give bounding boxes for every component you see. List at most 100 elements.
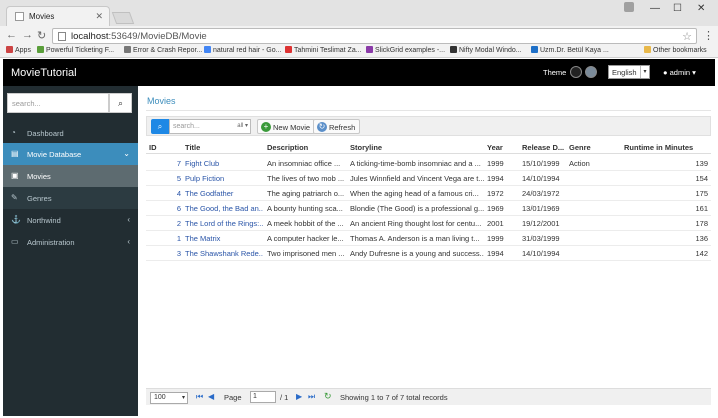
cell-runtime: 175 xyxy=(695,189,708,198)
table-row[interactable]: 2 The Lord of the Rings:... A meek hobbit … xyxy=(146,216,711,231)
column-header-runtime[interactable]: Runtime in Minutes xyxy=(624,143,693,152)
cell-release-date: 15/10/1999 xyxy=(522,159,560,168)
column-header-release-date[interactable]: Release D... xyxy=(522,143,564,152)
cell-id[interactable]: 2 xyxy=(149,219,181,228)
theme-label: Theme xyxy=(543,68,567,77)
column-header-id[interactable]: ID xyxy=(149,143,157,152)
sidebar-item-movie-database[interactable]: ▤ Movie Database ⌄ xyxy=(3,143,138,165)
bookmark-item[interactable]: SlickGrid examples -... xyxy=(366,46,445,54)
cell-id[interactable]: 7 xyxy=(149,159,181,168)
first-page-icon[interactable]: ⏮ xyxy=(196,392,203,402)
forward-icon[interactable]: → xyxy=(22,29,33,41)
page-size-select[interactable]: 100 ▾ xyxy=(150,392,188,404)
bookmark-item[interactable]: Tahmini Teslimat Za... xyxy=(285,46,362,54)
other-bookmarks[interactable]: Other bookmarks xyxy=(644,46,707,54)
cell-title[interactable]: The Good, the Bad an... xyxy=(185,204,263,213)
column-header-description[interactable]: Description xyxy=(267,143,308,152)
page-info-icon[interactable] xyxy=(58,32,66,41)
reload-icon[interactable]: ↻ xyxy=(37,29,46,42)
bookmarks-bar: Apps Powerful Ticketing F... Error & Cra… xyxy=(0,46,718,58)
back-icon[interactable]: ← xyxy=(6,29,17,41)
cell-storyline: Blondie (The Good) is a professional g..… xyxy=(350,204,484,213)
previous-page-icon[interactable]: ◀ xyxy=(208,392,214,401)
cell-id[interactable]: 5 xyxy=(149,174,181,183)
bookmark-item[interactable]: Error & Crash Repor... xyxy=(124,46,202,54)
search-icon[interactable]: ⌕ xyxy=(151,119,169,134)
cell-description: The aging patriarch o... xyxy=(267,189,345,198)
cell-id[interactable]: 3 xyxy=(149,249,181,258)
book-icon: ▤ xyxy=(11,149,19,158)
bookmark-icon xyxy=(285,46,292,53)
sidebar-item-dashboard[interactable]: ◔ Dashboard xyxy=(3,122,138,144)
cell-id[interactable]: 4 xyxy=(149,189,181,198)
refresh-button[interactable]: ↻ Refresh xyxy=(313,119,361,134)
cell-genre: Action xyxy=(569,159,590,168)
search-icon[interactable]: ⌕ xyxy=(109,93,132,113)
sidebar-search-input[interactable]: search... xyxy=(7,93,109,113)
sidebar-item-northwind[interactable]: ⚓ Northwind ‹ xyxy=(3,209,138,231)
cell-title[interactable]: The Godfather xyxy=(185,189,263,198)
cell-storyline: Thomas A. Anderson is a man living t... xyxy=(350,234,480,243)
theme-dark-swatch[interactable] xyxy=(570,66,582,78)
close-window-icon[interactable]: ✕ xyxy=(697,3,705,14)
table-row[interactable]: 6 The Good, the Bad an... A bounty hunting… xyxy=(146,201,711,216)
cell-title[interactable]: The Lord of the Rings:... xyxy=(185,219,263,228)
cell-release-date: 24/03/1972 xyxy=(522,189,560,198)
last-page-icon[interactable]: ⏭ xyxy=(308,392,315,402)
table-row[interactable]: 1 The Matrix A computer hacker le... Thomas… xyxy=(146,231,711,246)
cell-title[interactable]: The Matrix xyxy=(185,234,263,243)
reload-icon[interactable]: ↻ xyxy=(324,391,332,402)
tab-title: Movies xyxy=(29,12,55,21)
maximize-icon[interactable]: ☐ xyxy=(673,3,682,14)
sidebar-item-genres[interactable]: ✎ Genres xyxy=(3,187,138,209)
table-row[interactable]: 4 The Godfather The aging patriarch o... Wh… xyxy=(146,186,711,201)
app-header: MovieTutorial Theme English ▾ ● admin ▾ xyxy=(3,59,715,86)
bookmark-icon xyxy=(124,46,131,53)
menu-icon[interactable]: ⋮ xyxy=(703,29,714,42)
bookmark-item[interactable]: Apps xyxy=(6,46,31,54)
new-tab-button[interactable] xyxy=(111,12,135,24)
cell-id[interactable]: 6 xyxy=(149,204,181,213)
bookmark-item[interactable]: Powerful Ticketing F... xyxy=(37,46,114,54)
cell-year: 1994 xyxy=(487,174,504,183)
cell-description: An insomniac office ... xyxy=(267,159,341,168)
column-header-title[interactable]: Title xyxy=(185,143,200,152)
sidebar-item-administration[interactable]: ▭ Administration ‹ xyxy=(3,231,138,253)
theme-light-swatch[interactable] xyxy=(585,66,597,78)
cell-title[interactable]: The Shawshank Rede... xyxy=(185,249,263,258)
brand-title[interactable]: MovieTutorial xyxy=(11,67,77,79)
pin-icon: ✎ xyxy=(11,193,18,202)
bookmark-item[interactable]: Uzm.Dr. Betül Kaya ... xyxy=(531,46,609,54)
table-row[interactable]: 7 Fight Club An insomniac office ... A tick… xyxy=(146,156,711,171)
chevron-left-icon: ‹ xyxy=(127,215,130,224)
cell-storyline: A ticking-time-bomb insomniac and a ... xyxy=(350,159,481,168)
cell-release-date: 19/12/2001 xyxy=(522,219,560,228)
browser-chrome: Movies ✕ — ☐ ✕ ← → ↻ localhost:53649/Mov… xyxy=(0,0,718,58)
table-row[interactable]: 5 Pulp Fiction The lives of two mob ... Jul… xyxy=(146,171,711,186)
cell-description: Two imprisoned men ... xyxy=(267,249,345,258)
user-profile-icon[interactable] xyxy=(624,2,634,12)
minimize-icon[interactable]: — xyxy=(650,3,660,14)
cell-title[interactable]: Pulp Fiction xyxy=(185,174,263,183)
sidebar-item-movies[interactable]: ▣ Movies xyxy=(3,165,138,187)
column-header-genre[interactable]: Genre xyxy=(569,143,591,152)
page-number-input[interactable]: 1 xyxy=(250,391,276,403)
browser-tab[interactable]: Movies ✕ xyxy=(6,6,110,26)
cell-title[interactable]: Fight Club xyxy=(185,159,263,168)
table-row[interactable]: 3 The Shawshank Rede... Two imprisoned men… xyxy=(146,246,711,261)
column-header-year[interactable]: Year xyxy=(487,143,503,152)
user-menu[interactable]: ● admin ▾ xyxy=(663,68,696,77)
bookmark-item[interactable]: Nifty Modal Windo... xyxy=(450,46,522,54)
url-text: localhost:53649/MovieDB/Movie xyxy=(71,31,207,42)
bookmark-star-icon[interactable]: ☆ xyxy=(682,30,692,43)
language-select[interactable]: English ▾ xyxy=(608,65,650,79)
close-icon[interactable]: ✕ xyxy=(95,11,103,22)
next-page-icon[interactable]: ▶ xyxy=(296,392,302,401)
bookmark-icon xyxy=(450,46,457,53)
bookmark-item[interactable]: natural red hair - Go... xyxy=(204,46,281,54)
search-field-select[interactable]: all ▾ xyxy=(237,122,248,129)
column-header-storyline[interactable]: Storyline xyxy=(350,143,382,152)
address-bar[interactable]: localhost:53649/MovieDB/Movie ☆ xyxy=(52,28,697,44)
new-movie-button[interactable]: + New Movie xyxy=(257,119,316,134)
cell-id[interactable]: 1 xyxy=(149,234,181,243)
